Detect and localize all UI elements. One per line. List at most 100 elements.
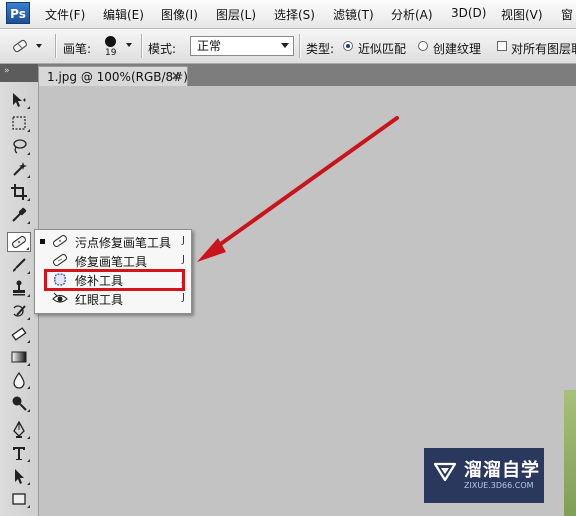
flyout-corner-icon	[27, 221, 30, 224]
rectangle-shape-icon	[12, 493, 26, 505]
spot-healing-brush-tool[interactable]	[7, 232, 31, 252]
pen-tool[interactable]	[7, 420, 31, 440]
watermark: 溜溜自学 ZIXUE.3D66.COM	[424, 448, 544, 503]
flyout-corner-icon	[27, 505, 30, 508]
healing-brush-icon	[52, 253, 68, 267]
flyout-corner-icon	[27, 271, 30, 274]
path-selection-tool[interactable]	[7, 466, 31, 486]
magic-wand-icon	[13, 162, 27, 176]
menu-view[interactable]: 视图(V)	[501, 6, 543, 23]
flyout-corner-icon	[27, 482, 30, 485]
eraser-icon	[11, 327, 27, 341]
sample-all-layers-checkbox[interactable]	[497, 41, 507, 51]
flyout-corner-icon	[27, 294, 30, 297]
chevron-down-icon	[126, 43, 132, 47]
current-tool-bullet-icon	[40, 239, 45, 244]
divider	[299, 34, 301, 58]
brush-picker[interactable]: 19	[98, 33, 136, 60]
chevron-down-icon	[36, 44, 42, 48]
spot-healing-brush-icon	[52, 234, 68, 248]
toolbox-header[interactable]: »	[0, 64, 38, 82]
options-bar: 画笔: 19 模式: 正常 类型: 近似匹配 创建纹理 对所有图层取	[0, 29, 576, 64]
create-texture-label[interactable]: 创建纹理	[433, 40, 481, 57]
lasso-icon	[13, 139, 27, 154]
radio-create-texture[interactable]	[418, 41, 428, 51]
flyout-item-healing-brush[interactable]: 修复画笔工具 J	[35, 251, 191, 270]
watermark-logo-icon	[433, 462, 457, 482]
menu-analysis[interactable]: 分析(A)	[391, 6, 433, 23]
dodge-icon	[12, 396, 27, 411]
flyout-corner-icon	[27, 459, 30, 462]
flyout-item-red-eye[interactable]: 红眼工具 J	[35, 289, 191, 308]
flyout-item-shortcut: J	[182, 235, 185, 246]
menu-layer[interactable]: 图层(L)	[216, 6, 256, 23]
type-tool[interactable]	[7, 443, 31, 463]
crop-tool[interactable]	[7, 182, 31, 202]
brush-dot-icon	[105, 36, 116, 47]
marquee-icon	[12, 116, 26, 130]
menu-select[interactable]: 选择(S)	[274, 6, 315, 23]
flyout-corner-icon	[27, 363, 30, 366]
brush-label: 画笔:	[63, 42, 92, 56]
shape-tool[interactable]	[7, 489, 31, 509]
flyout-item-label: 修复画笔工具	[75, 255, 148, 269]
menu-image[interactable]: 图像(I)	[161, 6, 198, 23]
collapse-icon: »	[4, 66, 10, 76]
flyout-item-label: 污点修复画笔工具	[75, 236, 172, 250]
history-brush-tool[interactable]	[7, 301, 31, 321]
brush-icon	[13, 258, 26, 272]
sample-all-layers-label[interactable]: 对所有图层取	[511, 40, 576, 57]
move-tool[interactable]	[7, 90, 31, 110]
flyout-item-label: 红眼工具	[75, 293, 124, 307]
flyout-item-shortcut: J	[182, 254, 185, 265]
brush-size: 19	[105, 48, 117, 58]
menu-3d[interactable]: 3D(D)	[451, 6, 486, 20]
type-label: 类型:	[306, 42, 335, 56]
close-icon[interactable]: ✕	[171, 69, 181, 83]
eraser-tool[interactable]	[7, 324, 31, 344]
dodge-tool[interactable]	[7, 393, 31, 413]
mode-label: 模式:	[148, 42, 177, 56]
marquee-tool[interactable]	[7, 113, 31, 133]
document-tab[interactable]: 1.jpg @ 100%(RGB/8#) ✕	[38, 66, 188, 86]
mode-select[interactable]: 正常	[190, 36, 294, 56]
menu-edit[interactable]: 编辑(E)	[103, 6, 144, 23]
path-selection-icon	[15, 469, 24, 484]
flyout-item-shortcut: J	[182, 292, 185, 303]
flyout-corner-icon	[27, 152, 30, 155]
flyout-item-spot-healing-brush[interactable]: 污点修复画笔工具 J	[35, 232, 191, 251]
gradient-tool[interactable]	[7, 347, 31, 367]
menu-window[interactable]: 窗	[561, 6, 573, 23]
watermark-url: ZIXUE.3D66.COM	[464, 481, 534, 490]
flyout-corner-icon	[27, 317, 30, 320]
flyout-corner-icon	[26, 247, 29, 250]
history-brush-icon	[13, 305, 26, 317]
proximity-match-label[interactable]: 近似匹配	[358, 40, 406, 57]
gradient-icon	[11, 351, 27, 363]
watermark-title: 溜溜自学	[464, 460, 540, 481]
eyedropper-tool[interactable]	[7, 205, 31, 225]
image-edge	[564, 390, 576, 516]
flyout-corner-icon	[27, 409, 30, 412]
tool-preset-picker[interactable]	[10, 35, 46, 57]
radio-proximity-match[interactable]	[343, 41, 353, 51]
photoshop-logo-icon: Ps	[6, 2, 30, 24]
menu-filter[interactable]: 滤镜(T)	[333, 6, 374, 23]
blur-tool[interactable]	[7, 370, 31, 390]
menu-bar: Ps 文件(F) 编辑(E) 图像(I) 图层(L) 选择(S) 滤镜(T) 分…	[0, 0, 576, 29]
mode-value: 正常	[197, 39, 222, 53]
move-icon	[13, 93, 26, 107]
blur-drop-icon	[13, 371, 25, 389]
brush-tool[interactable]	[7, 255, 31, 275]
magic-wand-tool[interactable]	[7, 159, 31, 179]
document-tab-label: 1.jpg @ 100%(RGB/8#)	[47, 70, 188, 84]
eyedropper-icon	[12, 207, 27, 222]
flyout-corner-icon	[27, 129, 30, 132]
flyout-corner-icon	[27, 198, 30, 201]
menu-file[interactable]: 文件(F)	[45, 6, 85, 23]
chevron-down-icon	[281, 43, 289, 48]
document-tab-bar: 1.jpg @ 100%(RGB/8#) ✕	[38, 64, 576, 86]
lasso-tool[interactable]	[7, 136, 31, 156]
clone-stamp-tool[interactable]	[7, 278, 31, 298]
red-eye-icon	[52, 292, 68, 303]
